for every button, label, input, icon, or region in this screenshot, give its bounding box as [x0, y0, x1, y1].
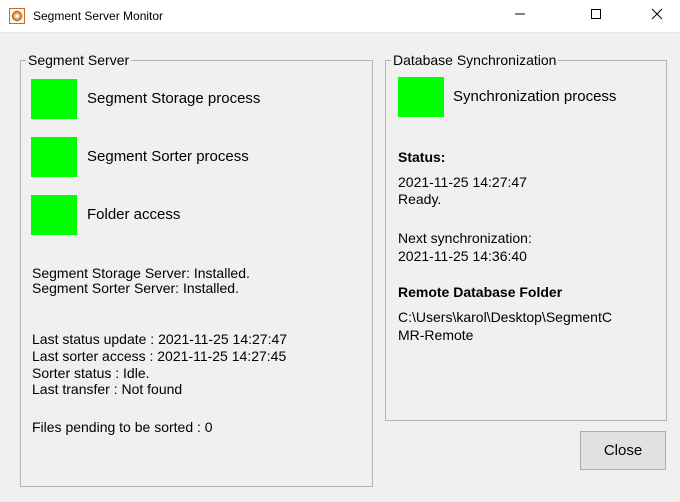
- sorter-install-status: Segment Sorter Server: Installed.: [32, 280, 239, 296]
- last-transfer: Last transfer : Not found: [32, 381, 183, 397]
- next-sync-time: 2021-11-25 14:36:40: [398, 248, 527, 264]
- minimize-icon: [514, 7, 526, 25]
- close-icon: [651, 7, 663, 25]
- status-time: 2021-11-25 14:27:47: [398, 174, 527, 190]
- maximize-button[interactable]: [573, 0, 619, 32]
- storage-install-status: Segment Storage Server: Installed.: [32, 265, 250, 281]
- minimize-button[interactable]: [497, 0, 543, 32]
- database-sync-title: Database Synchronization: [391, 52, 559, 68]
- folder-access-indicator: [31, 195, 77, 235]
- files-pending: Files pending to be sorted : 0: [32, 419, 213, 435]
- remote-folder-path-line1: C:\Users\karol\Desktop\SegmentC: [398, 309, 612, 325]
- window-title: Segment Server Monitor: [33, 9, 164, 23]
- status-text: Ready.: [398, 191, 442, 207]
- close-button[interactable]: Close: [580, 431, 666, 470]
- storage-process-label: Segment Storage process: [87, 90, 261, 107]
- next-sync-label: Next synchronization:: [398, 230, 532, 246]
- app-icon: [9, 8, 25, 24]
- segment-server-title: Segment Server: [26, 52, 132, 68]
- window-close-button[interactable]: [634, 0, 680, 32]
- segment-server-group: Segment Server Segment Storage process S…: [20, 52, 373, 487]
- remote-folder-heading: Remote Database Folder: [398, 284, 563, 300]
- storage-status-indicator: [31, 79, 77, 119]
- database-sync-group: Database Synchronization Synchronization…: [385, 52, 667, 421]
- sync-status-indicator: [398, 77, 444, 117]
- last-status-update: Last status update : 2021-11-25 14:27:47: [32, 331, 288, 347]
- status-heading: Status:: [398, 149, 446, 165]
- sync-process-label: Synchronization process: [453, 88, 617, 105]
- title-bar[interactable]: Segment Server Monitor: [0, 0, 680, 33]
- folder-access-label: Folder access: [87, 206, 181, 223]
- last-sorter-access: Last sorter access : 2021-11-25 14:27:45: [32, 348, 287, 364]
- remote-folder-path-line2: MR-Remote: [398, 327, 474, 343]
- sorter-status-indicator: [31, 137, 77, 177]
- maximize-icon: [590, 7, 602, 25]
- sorter-process-label: Segment Sorter process: [87, 148, 249, 165]
- sorter-status: Sorter status : Idle.: [32, 365, 150, 381]
